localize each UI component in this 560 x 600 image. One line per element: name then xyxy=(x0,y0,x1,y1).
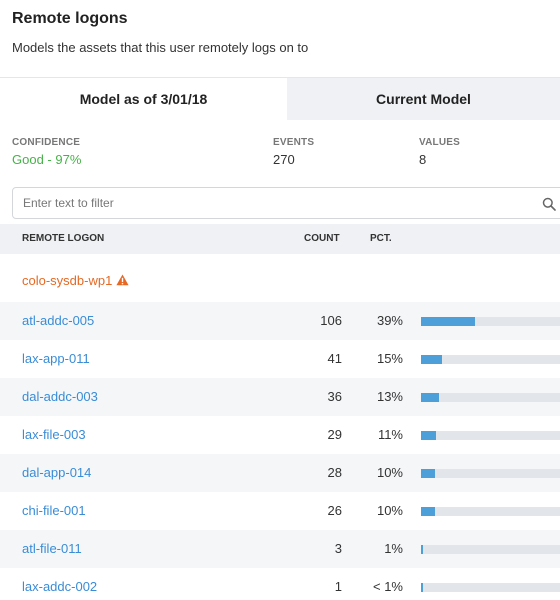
percent-value: < 1% xyxy=(373,579,403,594)
panel-subtitle: Models the assets that this user remotel… xyxy=(12,40,309,55)
table-row[interactable]: atl-file-011 3 1% xyxy=(0,530,560,568)
remote-logon-name[interactable]: atl-file-011 xyxy=(22,530,82,568)
count-value: 26 xyxy=(327,503,342,518)
stat-values: VALUES 8 xyxy=(419,137,460,167)
tab-current-model[interactable]: Current Model xyxy=(287,78,560,120)
percent-bar-fill xyxy=(421,431,436,440)
count-value: 41 xyxy=(327,351,342,366)
percent-value: 1% xyxy=(384,541,403,556)
percent-bar-track xyxy=(421,583,560,592)
percent-value: 15% xyxy=(376,351,403,366)
model-tabs: Model as of 3/01/18 Current Model xyxy=(0,78,560,120)
search-icon[interactable] xyxy=(542,197,556,211)
count-value: 1 xyxy=(334,579,342,594)
remote-logon-name[interactable]: atl-addc-005 xyxy=(22,302,94,340)
percent-bar-fill xyxy=(421,355,442,364)
count-value: 29 xyxy=(327,427,342,442)
stat-events: EVENTS 270 xyxy=(273,137,314,167)
tab-model-as-of[interactable]: Model as of 3/01/18 xyxy=(0,78,287,120)
table-row[interactable]: dal-app-014 28 10% xyxy=(0,454,560,492)
column-header-count[interactable]: COUNT xyxy=(304,224,340,254)
percent-bar-track xyxy=(421,317,560,326)
confidence-label: CONFIDENCE xyxy=(12,137,81,148)
percent-bar-track xyxy=(421,545,560,554)
table-row[interactable]: chi-file-001 26 10% xyxy=(0,492,560,530)
percent-bar-fill xyxy=(421,583,423,592)
stat-confidence: CONFIDENCE Good - 97% xyxy=(12,137,81,167)
percent-bar-track xyxy=(421,507,560,516)
table-row[interactable]: dal-addc-003 36 13% xyxy=(0,378,560,416)
percent-bar-track xyxy=(421,355,560,364)
percent-bar-track xyxy=(421,393,560,402)
remote-logon-name[interactable]: lax-file-003 xyxy=(22,416,86,454)
percent-bar-fill xyxy=(421,317,475,326)
remote-logon-name-text: colo-sysdb-wp1 xyxy=(22,273,113,288)
events-value: 270 xyxy=(273,152,295,167)
remote-logon-name[interactable]: colo-sysdb-wp1 xyxy=(22,262,129,300)
panel-title: Remote logons xyxy=(12,10,128,27)
percent-value: 39% xyxy=(376,313,403,328)
percent-bar-track xyxy=(421,431,560,440)
values-label: VALUES xyxy=(419,137,461,148)
table-row[interactable]: lax-file-003 29 11% xyxy=(0,416,560,454)
remote-logon-name[interactable]: lax-addc-002 xyxy=(22,568,97,600)
table-header: REMOTE LOGON COUNT PCT. xyxy=(0,224,560,254)
percent-value: 13% xyxy=(376,389,403,404)
table-row-flagged[interactable]: colo-sysdb-wp1 xyxy=(0,262,560,300)
table-row[interactable]: lax-app-011 41 15% xyxy=(0,340,560,378)
filter-input[interactable] xyxy=(13,188,533,218)
values-value: 8 xyxy=(419,152,427,167)
remote-logon-name[interactable]: chi-file-001 xyxy=(22,492,86,530)
table-row[interactable]: lax-addc-002 1 < 1% xyxy=(0,568,560,600)
table-row[interactable]: atl-addc-005 106 39% xyxy=(0,302,560,340)
count-value: 106 xyxy=(320,313,342,328)
percent-value: 10% xyxy=(376,465,403,480)
percent-bar-fill xyxy=(421,393,439,402)
remote-logon-name[interactable]: dal-addc-003 xyxy=(22,378,98,416)
column-header-pct[interactable]: PCT. xyxy=(370,224,392,254)
count-value: 3 xyxy=(334,541,342,556)
events-label: EVENTS xyxy=(273,137,315,148)
percent-value: 10% xyxy=(376,503,403,518)
percent-bar-fill xyxy=(421,469,435,478)
warning-icon xyxy=(116,274,129,286)
filter-box xyxy=(12,187,560,219)
percent-bar-fill xyxy=(421,507,435,516)
percent-bar-fill xyxy=(421,545,423,554)
panel-header: Remote logons Models the assets that thi… xyxy=(0,0,560,78)
remote-logon-name[interactable]: lax-app-011 xyxy=(22,340,90,378)
percent-value: 11% xyxy=(377,427,403,442)
column-header-remote-logon[interactable]: REMOTE LOGON xyxy=(22,224,104,254)
remote-logon-name[interactable]: dal-app-014 xyxy=(22,454,91,492)
count-value: 28 xyxy=(327,465,342,480)
model-stats: CONFIDENCE Good - 97% EVENTS 270 VALUES … xyxy=(0,120,560,180)
count-value: 36 xyxy=(327,389,342,404)
percent-bar-track xyxy=(421,469,560,478)
confidence-value: Good - 97% xyxy=(12,152,82,167)
